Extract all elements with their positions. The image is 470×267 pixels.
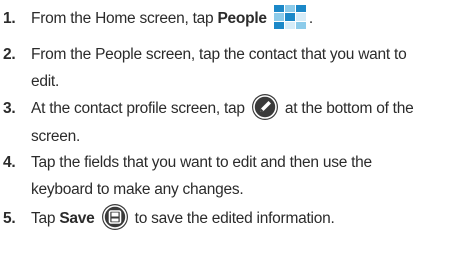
people-app-icon <box>273 4 306 29</box>
step-number: 2. <box>3 46 16 63</box>
save-disk-icon <box>101 204 128 230</box>
edit-pencil-icon <box>251 94 278 120</box>
save-label: Save <box>59 210 95 228</box>
step-number: 5. <box>3 210 16 227</box>
step-text: Tap Save to save the edited information. <box>31 204 469 233</box>
people-label: People <box>217 10 267 27</box>
step-number: 3. <box>3 100 16 117</box>
instruction-steps: 1. From the Home screen, tap People . 2.… <box>0 0 470 267</box>
step-text: From the Home screen, tap People . <box>31 4 469 32</box>
step-text: At the contact profile screen, tap at th… <box>31 94 469 150</box>
step-number: 1. <box>3 10 16 27</box>
step-number: 4. <box>3 154 16 171</box>
step-text: Tap the fields that you want to edit and… <box>31 154 372 198</box>
step-text: From the People screen, tap the contact … <box>31 46 407 90</box>
